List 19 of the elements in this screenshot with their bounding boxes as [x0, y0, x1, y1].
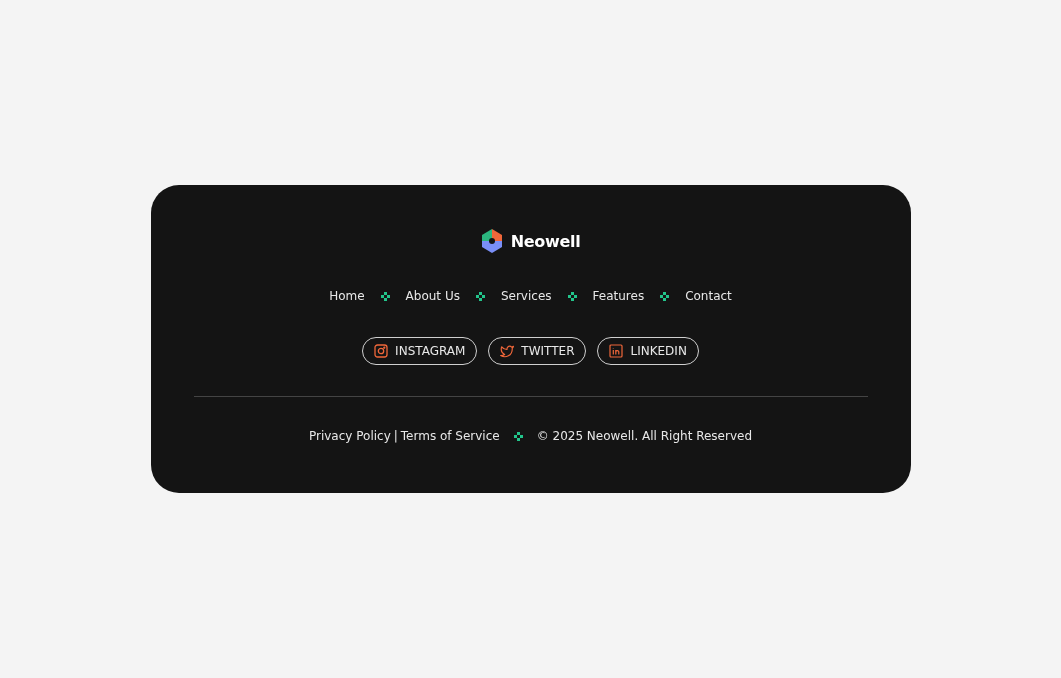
hexagon-logo-icon	[480, 229, 503, 253]
nav-link[interactable]: Contact	[685, 289, 732, 303]
diamond-dots-icon	[513, 431, 523, 441]
diamond-dots-icon	[475, 291, 485, 301]
legal-link[interactable]: Privacy Policy	[308, 429, 391, 443]
copyright-text: © 2025 Neowell. All Right Reserved	[536, 429, 752, 443]
instagram-icon	[374, 344, 389, 358]
brand-name: Neowell	[510, 231, 581, 251]
diamond-dots-icon	[380, 291, 390, 301]
nav-link[interactable]: Features	[592, 289, 645, 303]
nav-link[interactable]: About Us	[405, 289, 460, 303]
separator: |	[393, 429, 398, 443]
nav-link[interactable]: Services	[500, 289, 552, 303]
diamond-dots-icon	[567, 291, 577, 301]
legal-link[interactable]: Terms of Service	[400, 429, 500, 443]
nav-link[interactable]: Home	[329, 289, 365, 303]
linkedin-icon	[609, 344, 624, 358]
bird-icon	[500, 344, 515, 358]
diamond-dots-icon	[660, 291, 670, 301]
